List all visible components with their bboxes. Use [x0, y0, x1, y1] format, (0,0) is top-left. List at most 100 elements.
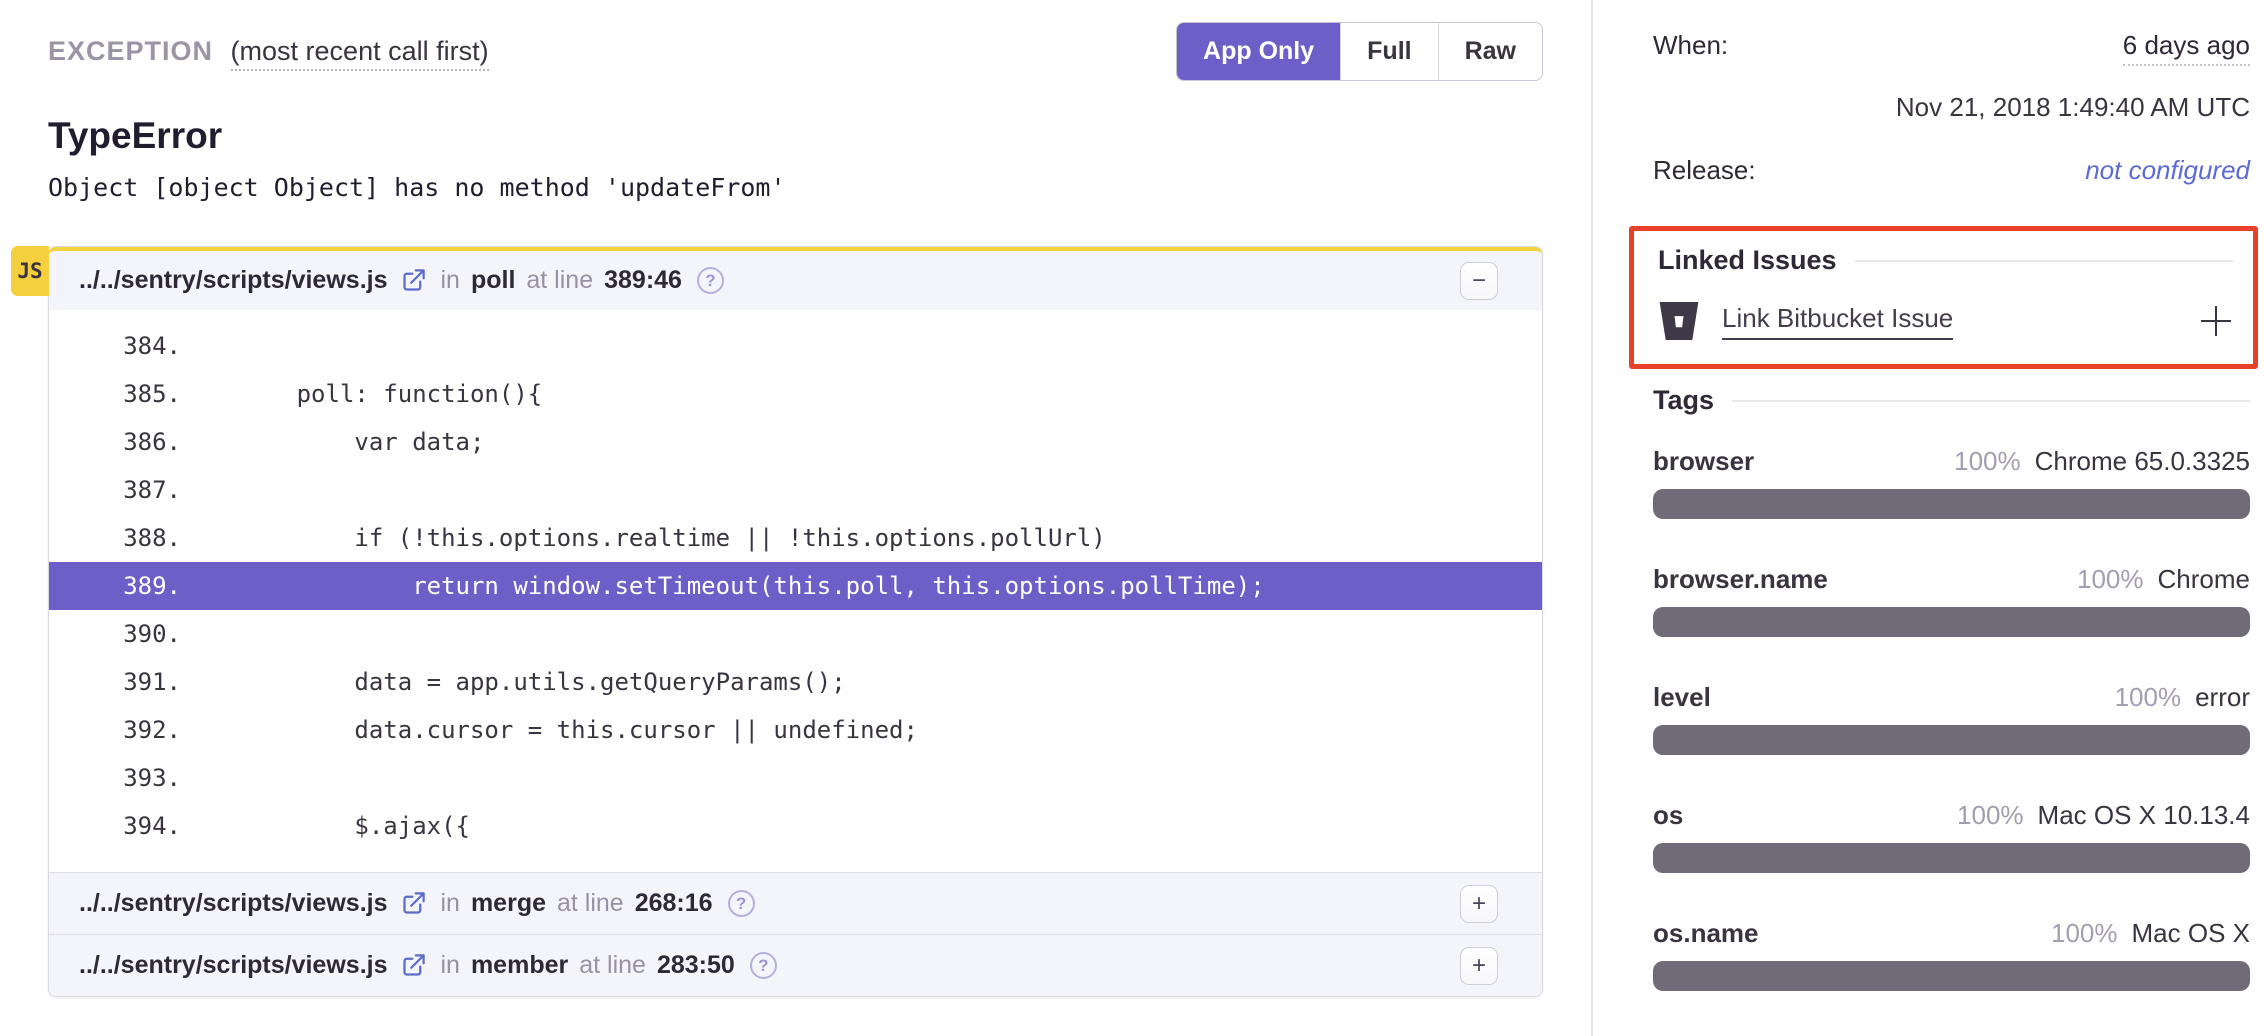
external-link-icon[interactable]: [400, 267, 427, 294]
frame-atline-label: at line: [579, 951, 646, 980]
frame-filename: ../../sentry/scripts/views.js: [79, 889, 387, 918]
tag-value[interactable]: Mac OS X: [2132, 918, 2250, 949]
stack-frame-header[interactable]: ../../sentry/scripts/views.js in poll at…: [49, 247, 1542, 310]
tag-distribution-bar[interactable]: [1653, 961, 2250, 991]
when-row: When: 6 days ago: [1653, 30, 2250, 66]
tag-key[interactable]: browser.name: [1653, 564, 1828, 595]
exception-section-title: EXCEPTION (most recent call first): [48, 22, 489, 67]
tag-distribution-bar[interactable]: [1653, 725, 2250, 755]
exception-type: TypeError: [48, 115, 1543, 157]
bitbucket-icon: [1658, 302, 1700, 340]
stacktrace-view-toggle: App Only Full Raw: [1176, 22, 1543, 81]
linked-issue-row: Link Bitbucket Issue: [1658, 302, 2233, 340]
when-absolute-time: Nov 21, 2018 1:49:40 AM UTC: [1653, 92, 2250, 123]
frame-in-label: in: [440, 266, 459, 295]
tag-value[interactable]: Chrome 65.0.3325: [2035, 446, 2250, 477]
tags-title: Tags: [1653, 385, 1714, 416]
code-line: 388. if (!this.options.realtime || !this…: [49, 514, 1542, 562]
tag-distribution-bar[interactable]: [1653, 843, 2250, 873]
help-icon[interactable]: ?: [750, 952, 777, 979]
line-number: 385.: [49, 370, 181, 418]
raw-button[interactable]: Raw: [1438, 23, 1542, 80]
tag-key[interactable]: os.name: [1653, 918, 1759, 949]
help-icon[interactable]: ?: [728, 890, 755, 917]
code-line: 386. var data;: [49, 418, 1542, 466]
stack-frame: ../../sentry/scripts/views.js in member …: [49, 934, 1542, 996]
line-source: [181, 322, 1542, 370]
tag-row: browser.name 100%Chrome: [1653, 564, 2250, 637]
tag-percent: 100%: [1957, 800, 2024, 831]
tag-distribution-bar[interactable]: [1653, 607, 2250, 637]
frame-atline-label: at line: [557, 889, 624, 918]
release-row: Release: not configured: [1653, 155, 2250, 186]
tag-key[interactable]: browser: [1653, 446, 1754, 477]
tag-value[interactable]: Chrome: [2158, 564, 2250, 595]
code-line: 387.: [49, 466, 1542, 514]
code-line: 385. poll: function(){: [49, 370, 1542, 418]
line-number: 388.: [49, 514, 181, 562]
line-number: 391.: [49, 658, 181, 706]
line-number: 384.: [49, 322, 181, 370]
frame-atline-label: at line: [526, 266, 593, 295]
app-only-button[interactable]: App Only: [1176, 22, 1341, 81]
line-source: var data;: [181, 418, 1542, 466]
add-issue-icon[interactable]: [2199, 304, 2233, 338]
tags-section: Tags browser 100%Chrome 65.0.3325 browse…: [1653, 385, 2250, 1036]
page: EXCEPTION (most recent call first) App O…: [0, 0, 2264, 1036]
frame-function: member: [471, 951, 568, 980]
stack-frame: ../../sentry/scripts/views.js in poll at…: [49, 247, 1542, 872]
frame-lineno: 268:16: [635, 889, 713, 918]
frame-filename: ../../sentry/scripts/views.js: [79, 951, 387, 980]
expand-frame-button[interactable]: +: [1460, 885, 1498, 923]
line-source: if (!this.options.realtime || !this.opti…: [181, 514, 1542, 562]
line-source: data.cursor = this.cursor || undefined;: [181, 706, 1542, 754]
when-relative-time[interactable]: 6 days ago: [2123, 30, 2250, 66]
release-label: Release:: [1653, 155, 1756, 186]
tags-header: Tags: [1653, 385, 2250, 416]
exception-header-row: EXCEPTION (most recent call first) App O…: [48, 22, 1543, 81]
code-line: 390.: [49, 610, 1542, 658]
frame-in-label: in: [440, 951, 459, 980]
event-sidebar: When: 6 days ago Nov 21, 2018 1:49:40 AM…: [1593, 0, 2264, 1036]
code-line: 393.: [49, 754, 1542, 802]
external-link-icon[interactable]: [400, 890, 427, 917]
tag-row: os 100% Mac OS X 10.13.4: [1653, 800, 2250, 873]
tag-key[interactable]: level: [1653, 682, 1711, 713]
stack-frame-header[interactable]: ../../sentry/scripts/views.js in member …: [49, 934, 1542, 996]
exception-label: EXCEPTION: [48, 36, 213, 66]
tag-value[interactable]: Mac OS X 10.13.4: [2038, 800, 2250, 831]
tag-distribution-bar[interactable]: [1653, 489, 2250, 519]
stack-frame: ../../sentry/scripts/views.js in merge a…: [49, 872, 1542, 934]
section-divider: [1855, 260, 2233, 262]
frame-in-label: in: [440, 889, 459, 918]
tag-key[interactable]: os: [1653, 800, 1683, 831]
release-value[interactable]: not configured: [2085, 155, 2250, 186]
expand-frame-button[interactable]: +: [1460, 947, 1498, 985]
line-number: 394.: [49, 802, 181, 850]
code-line: 394. $.ajax({: [49, 802, 1542, 850]
tag-percent: 100%: [2115, 682, 2182, 713]
linked-issues-header: Linked Issues: [1658, 245, 2233, 276]
line-number: 392.: [49, 706, 181, 754]
line-source: poll: function(){: [181, 370, 1542, 418]
line-source: [181, 466, 1542, 514]
stack-frame-header[interactable]: ../../sentry/scripts/views.js in merge a…: [49, 872, 1542, 934]
frame-lineno: 389:46: [604, 266, 682, 295]
exception-order-note[interactable]: (most recent call first): [231, 36, 489, 71]
line-number: 389.: [49, 562, 181, 610]
full-button[interactable]: Full: [1340, 23, 1437, 80]
exception-panel: EXCEPTION (most recent call first) App O…: [0, 0, 1593, 1036]
tag-row: browser 100%Chrome 65.0.3325: [1653, 446, 2250, 519]
line-source: return window.setTimeout(this.poll, this…: [181, 562, 1542, 610]
when-label: When:: [1653, 30, 1728, 61]
tag-value[interactable]: error: [2195, 682, 2250, 713]
link-bitbucket-issue-link[interactable]: Link Bitbucket Issue: [1722, 303, 1953, 340]
collapse-frame-button[interactable]: −: [1460, 262, 1498, 300]
external-link-icon[interactable]: [400, 952, 427, 979]
line-number: 393.: [49, 754, 181, 802]
line-number: 386.: [49, 418, 181, 466]
code-line: 392. data.cursor = this.cursor || undefi…: [49, 706, 1542, 754]
help-icon[interactable]: ?: [697, 267, 724, 294]
frame-title: ../../sentry/scripts/views.js in merge a…: [79, 889, 755, 918]
code-line: 384.: [49, 322, 1542, 370]
